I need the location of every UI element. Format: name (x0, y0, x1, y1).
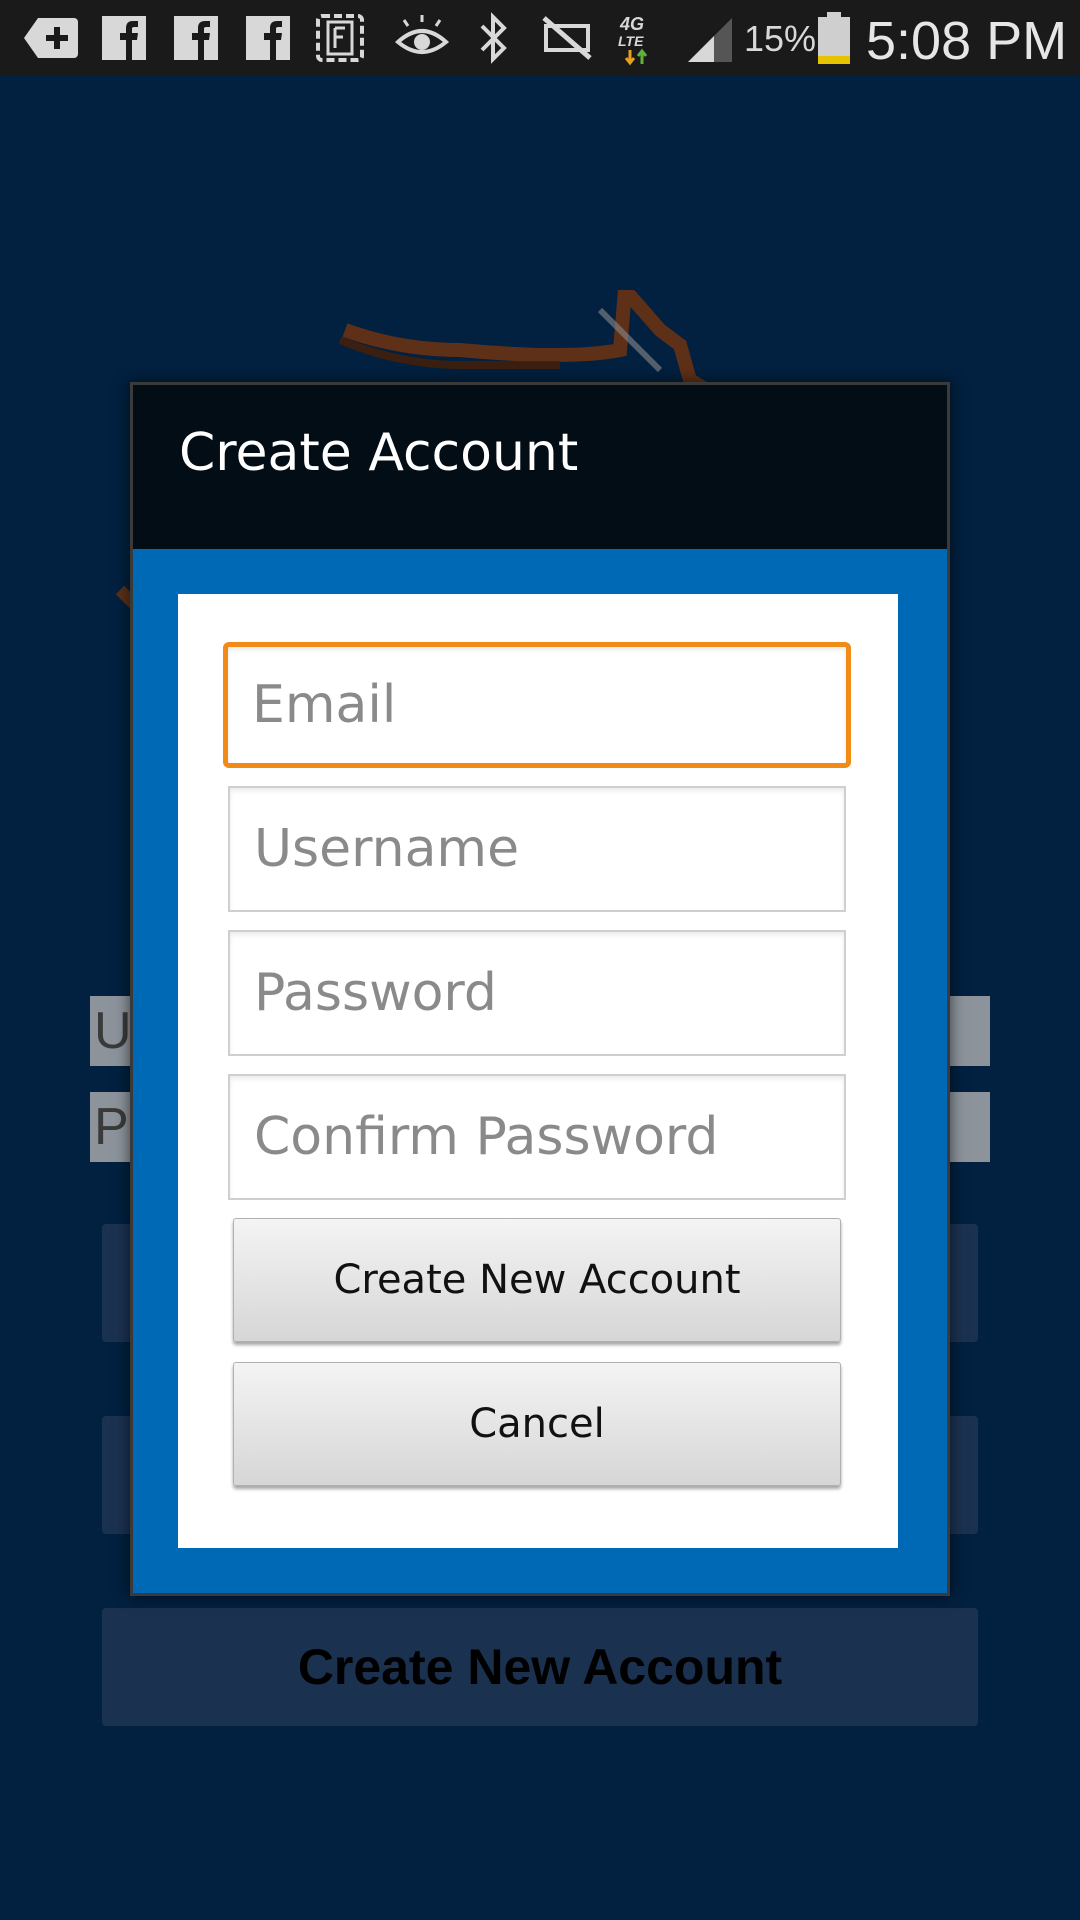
confirm-password-input[interactable] (230, 1076, 844, 1198)
mute-icon (540, 12, 594, 64)
battery-percent: 15% (744, 18, 817, 59)
username-field-wrapper (228, 786, 846, 912)
password-input[interactable] (230, 932, 844, 1054)
email-input[interactable] (228, 647, 846, 763)
4g-lte-icon: 4G LTE (614, 12, 664, 66)
create-new-account-button[interactable]: Create New Account (233, 1218, 841, 1342)
status-bar: 4G LTE 15% 5:08 PM (0, 0, 1080, 76)
facebook-icon (244, 12, 292, 64)
svg-text:LTE: LTE (618, 33, 644, 49)
svg-text:4G: 4G (619, 14, 644, 34)
create-account-dialog: Create Account Create New Account Cancel (130, 382, 950, 1596)
username-input[interactable] (230, 788, 844, 910)
confirm-password-field-wrapper (228, 1074, 846, 1200)
bluetooth-icon (474, 12, 514, 64)
dialog-form: Create New Account Cancel (178, 594, 898, 1548)
bg-create-new-account-button[interactable]: Create New Account (102, 1608, 978, 1726)
password-field-wrapper (228, 930, 846, 1056)
signal-icon (684, 12, 736, 64)
cancel-button[interactable]: Cancel (233, 1362, 841, 1486)
battery-icon (816, 10, 852, 64)
clock: 5:08 PM (866, 11, 1068, 71)
facebook-icon (100, 12, 148, 64)
screen: 4G LTE 15% 5:08 PM U P Create New Accoun… (0, 0, 1080, 1920)
dialog-header: Create Account (133, 385, 947, 549)
add-notification-icon (22, 12, 80, 64)
flipboard-icon (314, 12, 366, 64)
eye-icon (394, 12, 450, 64)
email-field-wrapper (223, 642, 851, 768)
facebook-icon (172, 12, 220, 64)
dialog-title: Create Account (179, 423, 579, 483)
